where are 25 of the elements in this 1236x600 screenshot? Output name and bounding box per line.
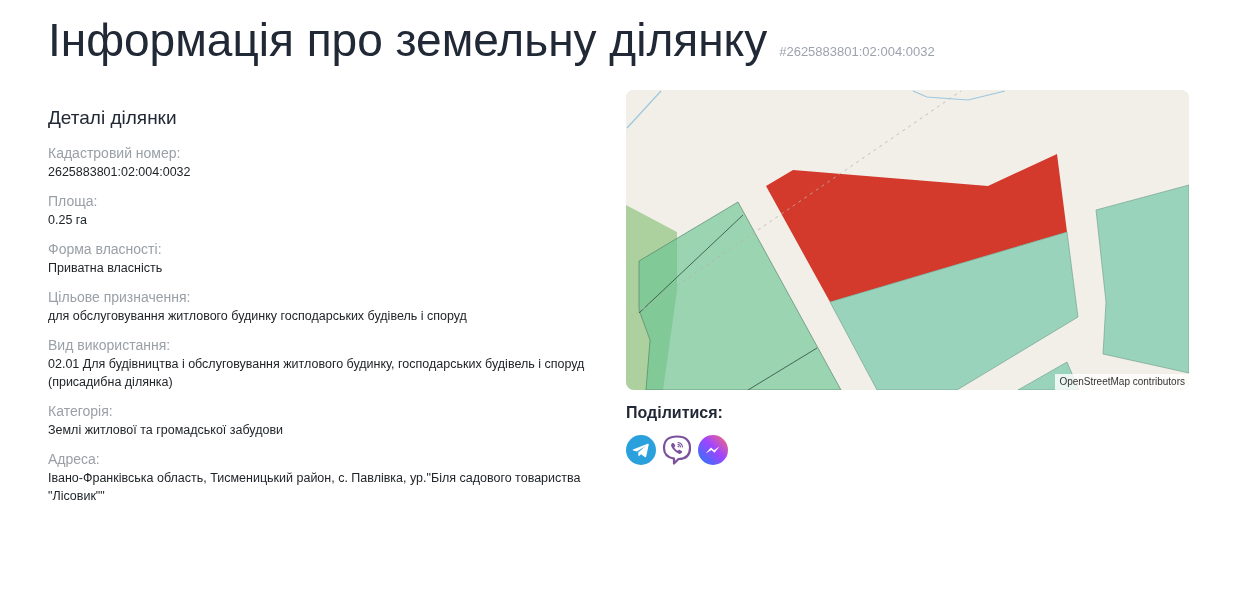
- field-label: Цільове призначення:: [48, 288, 192, 307]
- map-attribution: OpenStreetMap contributors: [1055, 374, 1189, 390]
- cadastral-tag: #2625883801:02:004:0032: [779, 42, 935, 62]
- lightning-bubble-icon[interactable]: [698, 435, 728, 465]
- share-label: Поділитися:: [626, 403, 724, 423]
- stream-line: [626, 90, 662, 129]
- field-value: 02.01 Для будівництва і обслуговування житлового будинку, господарських будівель і споруд (присадибна ділянка): [48, 356, 586, 391]
- page-title: Інформація про земельну ділянку: [48, 13, 768, 68]
- boundary-line: [747, 347, 818, 390]
- field-label: Площа:: [48, 192, 99, 211]
- field-label: Форма власності:: [48, 240, 163, 259]
- field-value: Землі житлової та громадської забудови: [48, 422, 285, 439]
- field-label: Категорія:: [48, 402, 114, 421]
- field-label: Кадастровий номер:: [48, 144, 182, 163]
- paper-plane-icon[interactable]: [626, 435, 656, 465]
- field-value: Івано-Франківська область, Тисменицький район, с. Павлівка, ур."Біля садового товариства "Лісовик"": [48, 470, 582, 505]
- section-heading: Деталі ділянки: [48, 106, 178, 130]
- field-value: Приватна власність: [48, 260, 164, 277]
- field-label: Вид використання:: [48, 336, 172, 355]
- map[interactable]: OpenStreetMap contributors: [626, 90, 1189, 390]
- field-label: Адреса:: [48, 450, 101, 469]
- field-value: 2625883801:02:004:0032: [48, 164, 192, 181]
- field-value: 0.25 га: [48, 212, 89, 229]
- field-value: для обслуговування житлового будинку господарських будівель і споруд: [48, 308, 468, 325]
- phone-bubble-icon[interactable]: [662, 435, 692, 465]
